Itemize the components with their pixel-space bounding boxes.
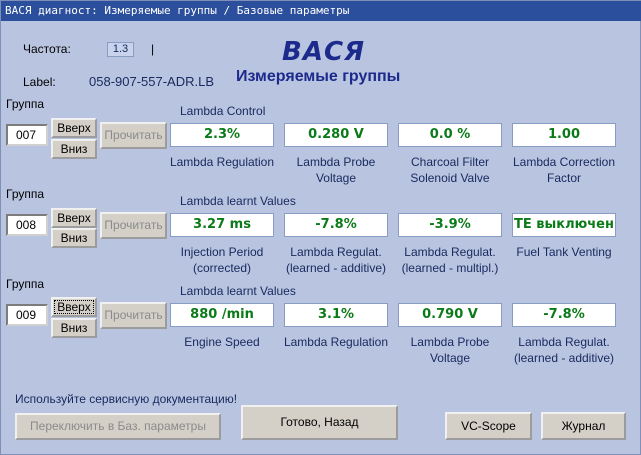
vc-scope-button[interactable]: VC-Scope — [445, 412, 532, 440]
group-label: Группа — [6, 187, 45, 201]
value-description: Charcoal Filter Solenoid Valve — [410, 155, 490, 185]
frequency-label: Частота: — [23, 42, 71, 56]
value-field: 1.00 — [512, 123, 616, 147]
value-field: 2.3% — [170, 123, 274, 147]
read-button[interactable]: Прочитать — [100, 122, 167, 149]
value-description: Fuel Tank Venting — [516, 245, 612, 259]
value-description: Lambda Regulation — [169, 155, 275, 169]
value-description: Lambda Probe Voltage — [296, 155, 376, 185]
group-down-button[interactable]: Вниз — [51, 139, 97, 159]
group-up-button[interactable]: Вверх — [51, 118, 97, 138]
value-field: TE выключен — [512, 213, 616, 237]
journal-button[interactable]: Журнал — [541, 412, 626, 440]
value-description: Lambda Correction Factor — [512, 155, 616, 185]
group-down-button[interactable]: Вниз — [51, 318, 97, 338]
value-field: 0.0 % — [398, 123, 502, 147]
main-window: ВАСЯ диагност: Измеряемые группы / Базов… — [0, 0, 641, 455]
label-value: 058-907-557-ADR.LB — [89, 74, 215, 89]
done-back-button[interactable]: Готово, Назад — [241, 405, 398, 440]
label-caption: Label: — [23, 75, 56, 89]
frequency-unit: | — [151, 42, 155, 56]
group-number-input[interactable]: 007 — [6, 124, 48, 146]
value-description: Engine Speed — [184, 335, 260, 349]
window-title: ВАСЯ диагност: Измеряемые группы / Базов… — [1, 1, 641, 21]
value-field: 3.1% — [284, 303, 388, 327]
section-title: Lambda learnt Values — [180, 284, 296, 298]
value-description: Lambda Probe Voltage — [410, 335, 490, 365]
value-description: Lambda Regulat. (learned - additive) — [285, 245, 387, 275]
switch-basic-params-button[interactable]: Переключить в Баз. параметры — [15, 413, 221, 440]
value-field: 880 /min — [170, 303, 274, 327]
frequency-value: 1.3 — [107, 42, 134, 57]
value-field: -7.8% — [284, 213, 388, 237]
value-field: -3.9% — [398, 213, 502, 237]
group-label: Группа — [6, 277, 45, 291]
section-title: Lambda Control — [180, 104, 266, 118]
group-up-button[interactable]: Вверх — [51, 297, 97, 317]
value-description: Lambda Regulat. (learned - multipl.) — [401, 245, 499, 275]
value-field: -7.8% — [512, 303, 616, 327]
group-number-input[interactable]: 008 — [6, 214, 48, 236]
read-button[interactable]: Прочитать — [100, 302, 167, 329]
value-field: 3.27 ms — [170, 213, 274, 237]
group-label: Группа — [6, 97, 45, 111]
value-field: 0.280 V — [284, 123, 388, 147]
group-number-input[interactable]: 009 — [6, 304, 48, 326]
page-subtitle: Измеряемые группы — [236, 68, 401, 85]
value-description: Lambda Regulation — [283, 335, 389, 349]
group-up-button[interactable]: Вверх — [51, 208, 97, 228]
value-description: Lambda Regulat. (learned - additive) — [513, 335, 615, 365]
service-note: Используйте сервисную документацию! — [15, 392, 238, 406]
brand-logo: ВАСЯ — [282, 37, 366, 67]
group-down-button[interactable]: Вниз — [51, 228, 97, 248]
value-description: Injection Period (corrected) — [180, 245, 264, 275]
section-title: Lambda learnt Values — [180, 194, 296, 208]
read-button[interactable]: Прочитать — [100, 212, 167, 239]
value-field: 0.790 V — [398, 303, 502, 327]
